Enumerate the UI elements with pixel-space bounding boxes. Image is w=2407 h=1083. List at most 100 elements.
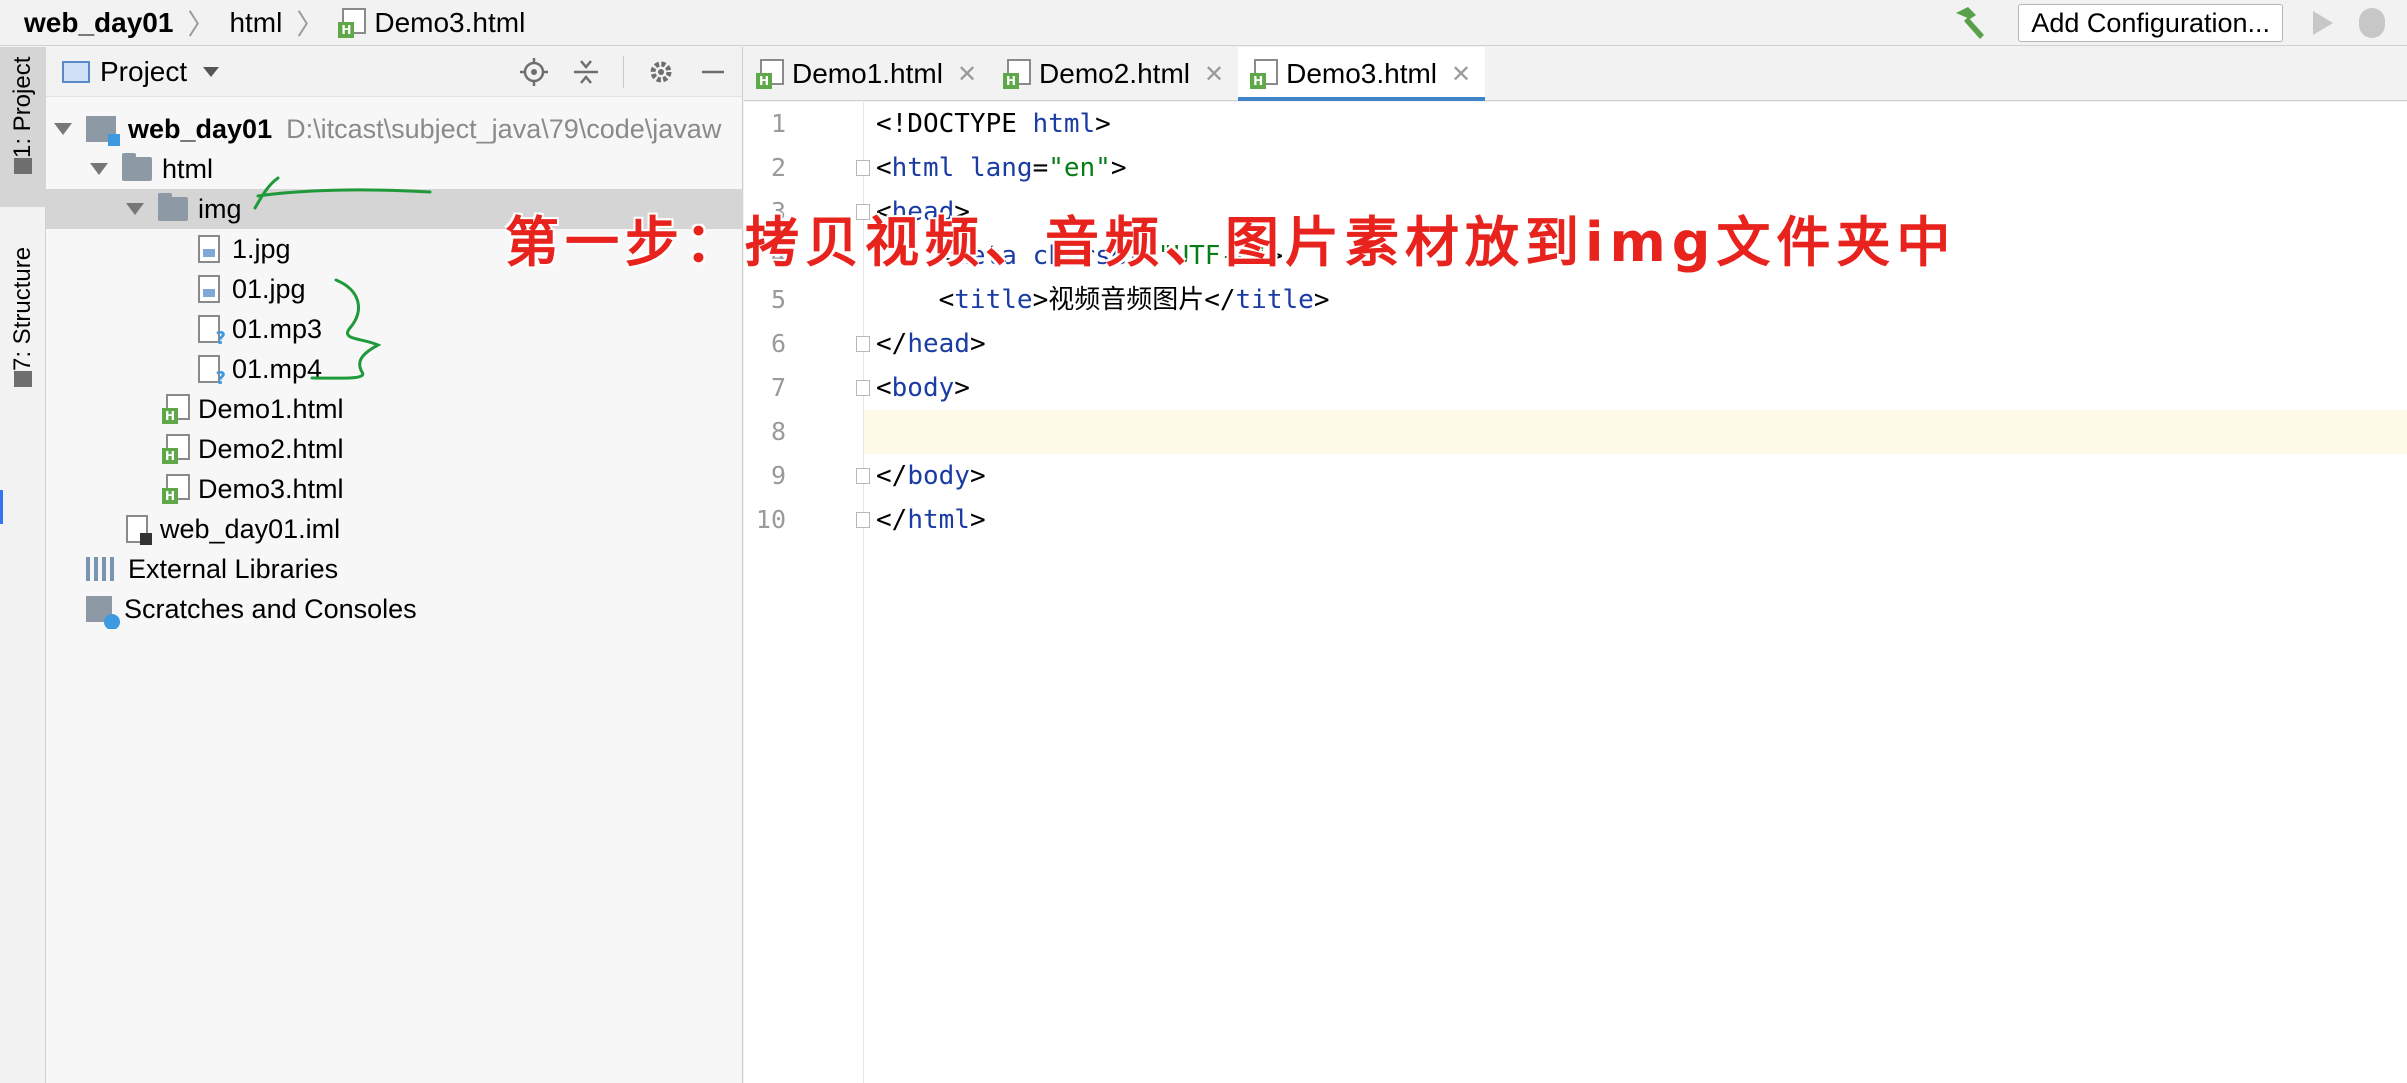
tree-item-label: 1.jpg [232, 233, 291, 264]
library-icon [86, 557, 116, 581]
breadcrumb-folder[interactable]: html [229, 0, 282, 46]
breadcrumb-project[interactable]: web_day01 [0, 0, 173, 46]
line-number: 7 [770, 373, 786, 402]
close-icon[interactable]: ✕ [1204, 60, 1224, 89]
tree-item-html[interactable]: html [46, 149, 743, 189]
tree-item-label: img [198, 193, 242, 224]
code-line-1: <!DOCTYPE html> [876, 109, 1111, 139]
navigation-bar: web_day01 〉 html 〉 H Demo3.html Add Conf… [0, 0, 2407, 46]
code-line-6: </head> [876, 329, 986, 359]
locate-icon[interactable] [519, 57, 549, 87]
tree-item-web-day01[interactable]: web_day01 D:\itcast\subject_java\79\code… [46, 109, 743, 149]
html-file-icon: H [756, 59, 784, 89]
tree-item-label: html [162, 153, 214, 184]
code-line-5: <title>视频音频图片</title> [876, 285, 1330, 315]
current-line-highlight [744, 410, 2407, 454]
line-number: 10 [755, 505, 786, 534]
breadcrumb-chevron-icon: 〉 [296, 8, 325, 40]
structure-icon [14, 371, 32, 388]
chevron-down-icon[interactable] [126, 203, 144, 215]
iml-file-icon [126, 515, 152, 545]
line-number: 5 [770, 285, 786, 314]
html-file-icon: H [338, 7, 367, 38]
fold-marker-icon[interactable] [856, 468, 870, 484]
tree-item-01-mp4[interactable]: 01.mp4 [46, 349, 743, 389]
folder-icon [14, 158, 32, 175]
focus-indicator [0, 490, 3, 524]
fold-marker-icon[interactable] [856, 380, 870, 396]
unknown-file-icon [198, 315, 226, 349]
project-tool-tab-label: 1: Project [9, 57, 36, 159]
fold-marker-icon[interactable] [856, 160, 870, 176]
html-file-icon: H [1003, 59, 1032, 89]
code-line-10: </html> [876, 505, 986, 535]
tree-item-external-libraries[interactable]: External Libraries [46, 549, 743, 589]
scratches-icon [86, 596, 120, 629]
project-view-selector[interactable]: Project [100, 56, 187, 88]
html-file-icon: H [162, 394, 190, 424]
collapse-all-icon[interactable] [571, 57, 601, 87]
folder-icon [158, 193, 188, 221]
tree-item-demo3-html[interactable]: H Demo3.html [46, 469, 743, 509]
tree-item-label: 01.mp4 [232, 353, 323, 384]
toolbar-divider [623, 56, 624, 88]
project-tool-tab[interactable]: 1: Project [0, 47, 46, 207]
chevron-down-icon[interactable] [90, 163, 108, 175]
tree-item-label: 01.mp3 [232, 313, 323, 344]
hammer-icon[interactable] [1950, 3, 1990, 43]
tab-label: Demo3.html [1286, 58, 1438, 89]
image-file-icon [198, 275, 220, 303]
project-panel-header: Project [46, 47, 742, 97]
fold-marker-icon[interactable] [856, 336, 870, 352]
editor-tab-bar: H Demo1.html ✕ H Demo2.html ✕ H Demo3.ht… [744, 47, 2407, 101]
close-icon[interactable]: ✕ [1451, 60, 1471, 89]
tree-item-web-day01-iml[interactable]: web_day01.iml [46, 509, 743, 549]
tab-label: Demo1.html [792, 58, 943, 89]
tree-item-label: Demo3.html [198, 473, 344, 504]
tree-item-demo1-html[interactable]: H Demo1.html [46, 389, 743, 429]
chevron-down-icon[interactable] [203, 66, 220, 77]
close-icon[interactable]: ✕ [957, 60, 977, 89]
module-path: D:\itcast\subject_java\79\code\javaw [286, 113, 722, 144]
tool-window-strip: 1: Project 7: Structure [0, 47, 46, 1083]
tab-label: Demo2.html [1039, 58, 1190, 89]
code-line-9: </body> [876, 461, 986, 491]
tree-item-label: web_day01.iml [160, 513, 341, 544]
line-number: 6 [770, 329, 786, 358]
run-icon[interactable] [2313, 11, 2333, 35]
structure-tool-tab-label: 7: Structure [9, 247, 36, 372]
html-file-icon: H [162, 434, 190, 464]
project-panel-tools [497, 47, 728, 97]
line-number: 1 [770, 109, 786, 138]
tree-item-scratches-and-consoles[interactable]: Scratches and Consoles [46, 589, 743, 629]
breadcrumb-file-label: Demo3.html [374, 6, 526, 38]
gear-icon[interactable] [646, 57, 676, 87]
line-number: 2 [770, 153, 786, 182]
tree-item-label: 01.jpg [232, 273, 306, 304]
tree-item-01-mp3[interactable]: 01.mp3 [46, 309, 743, 349]
tree-item-label: Scratches and Consoles [124, 593, 417, 624]
fold-marker-icon[interactable] [856, 512, 870, 528]
structure-tool-tab[interactable]: 7: Structure [0, 237, 46, 452]
line-number: 9 [770, 461, 786, 490]
html-file-icon: H [1250, 59, 1279, 89]
breadcrumb-file[interactable]: H Demo3.html [338, 0, 525, 46]
tree-item-label: web_day01 [128, 113, 273, 144]
run-toolbar: Add Configuration... [1950, 0, 2407, 46]
line-number: 8 [770, 417, 786, 446]
folder-icon [122, 153, 152, 181]
breadcrumb-chevron-icon: 〉 [187, 8, 216, 40]
html-file-icon: H [162, 474, 190, 504]
module-folder-icon [86, 116, 120, 146]
code-line-7: <body> [876, 373, 970, 403]
tab-demo3-html[interactable]: H Demo3.html ✕ [1238, 47, 1486, 101]
chevron-down-icon[interactable] [54, 123, 72, 135]
minimize-icon[interactable] [698, 57, 728, 87]
instruction-annotation: 第一步：拷贝视频、音频、图片素材放到img文件夹中 [505, 211, 1957, 274]
tree-item-demo2-html[interactable]: H Demo2.html [46, 429, 743, 469]
code-line-2: <html lang="en"> [876, 153, 1127, 183]
add-configuration-button[interactable]: Add Configuration... [2018, 4, 2283, 42]
tab-demo2-html[interactable]: H Demo2.html ✕ [991, 47, 1238, 101]
debug-icon[interactable] [2359, 8, 2385, 38]
tab-demo1-html[interactable]: H Demo1.html ✕ [744, 47, 991, 101]
